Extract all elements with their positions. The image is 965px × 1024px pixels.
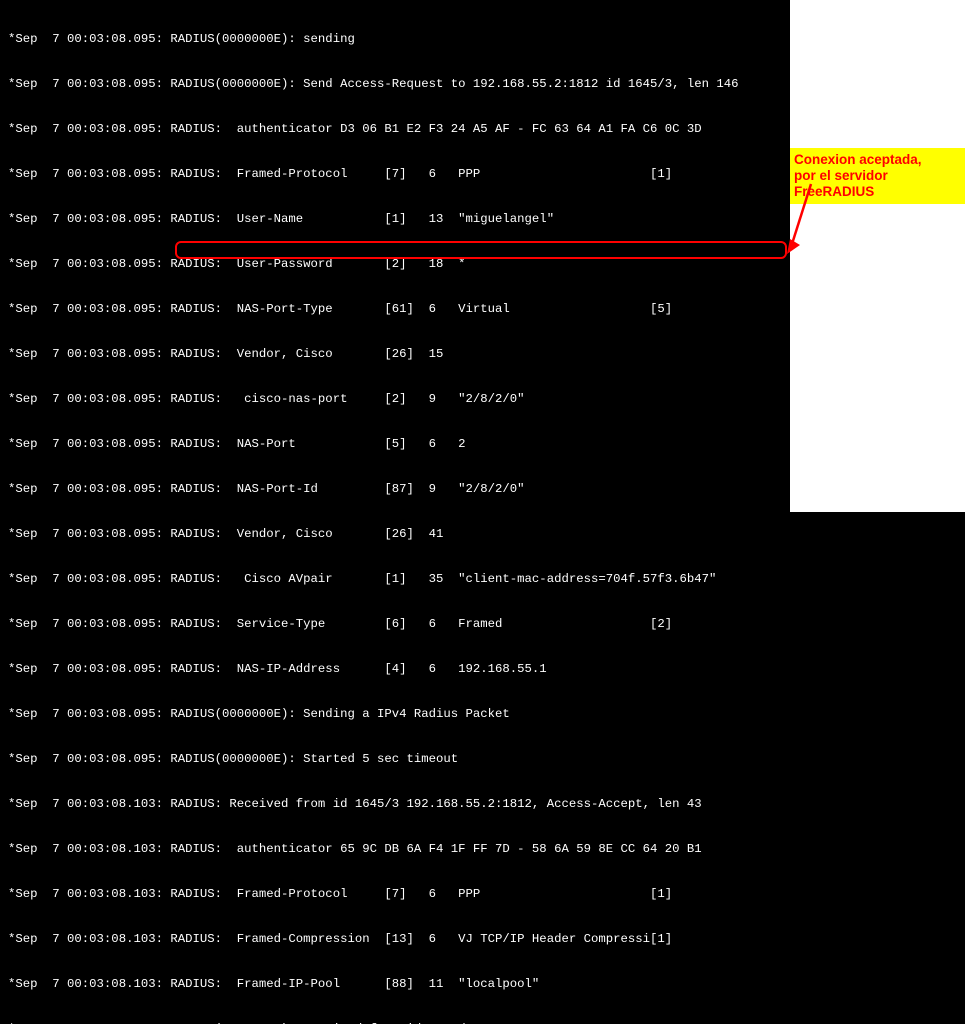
log-line: *Sep 7 00:03:08.095: RADIUS(0000000E): S… xyxy=(0,752,790,767)
callout-text-line1: Conexion aceptada, xyxy=(794,152,922,167)
log-line: *Sep 7 00:03:08.095: RADIUS: NAS-Port-Id… xyxy=(0,482,790,497)
callout-text-line2: por el servidor FreeRADIUS xyxy=(794,168,888,199)
log-line: *Sep 7 00:03:08.095: RADIUS: Vendor, Cis… xyxy=(0,527,790,542)
log-line: *Sep 7 00:03:08.095: RADIUS: NAS-Port-Ty… xyxy=(0,302,790,317)
log-line: *Sep 7 00:03:08.103: RADIUS: Framed-IP-P… xyxy=(0,977,790,992)
log-line: *Sep 7 00:03:08.095: RADIUS: User-Passwo… xyxy=(0,257,790,272)
log-line: *Sep 7 00:03:08.103: RADIUS: authenticat… xyxy=(0,842,790,857)
annotation-callout: Conexion aceptada, por el servidor FreeR… xyxy=(790,148,965,204)
log-line: *Sep 7 00:03:08.095: RADIUS: Framed-Prot… xyxy=(0,167,790,182)
log-line: *Sep 7 00:03:08.095: RADIUS(0000000E): S… xyxy=(0,707,790,722)
log-line: *Sep 7 00:03:08.103: RADIUS: Framed-Prot… xyxy=(0,887,790,902)
log-line: *Sep 7 00:03:08.095: RADIUS: NAS-IP-Addr… xyxy=(0,662,790,677)
log-line: *Sep 7 00:03:08.095: RADIUS: authenticat… xyxy=(0,122,790,137)
log-line: *Sep 7 00:03:08.103: RADIUS: Framed-Comp… xyxy=(0,932,790,947)
log-line: *Sep 7 00:03:08.095: RADIUS: cisco-nas-p… xyxy=(0,392,790,407)
log-line: *Sep 7 00:03:08.107: RADIUS(0000000E): R… xyxy=(0,1022,790,1024)
log-line: *Sep 7 00:03:08.095: RADIUS: Service-Typ… xyxy=(0,617,790,632)
terminal-output: *Sep 7 00:03:08.095: RADIUS(0000000E): s… xyxy=(0,0,790,512)
log-line: *Sep 7 00:03:08.095: RADIUS: NAS-Port [5… xyxy=(0,437,790,452)
log-line: *Sep 7 00:03:08.095: RADIUS(0000000E): s… xyxy=(0,32,790,47)
log-line: *Sep 7 00:03:08.095: RADIUS: User-Name [… xyxy=(0,212,790,227)
log-line: *Sep 7 00:03:08.103: RADIUS: Received fr… xyxy=(0,797,790,812)
log-line: *Sep 7 00:03:08.095: RADIUS: Cisco AVpai… xyxy=(0,572,790,587)
log-line: *Sep 7 00:03:08.095: RADIUS: Vendor, Cis… xyxy=(0,347,790,362)
log-line: *Sep 7 00:03:08.095: RADIUS(0000000E): S… xyxy=(0,77,790,92)
blank-right-panel xyxy=(790,0,965,512)
